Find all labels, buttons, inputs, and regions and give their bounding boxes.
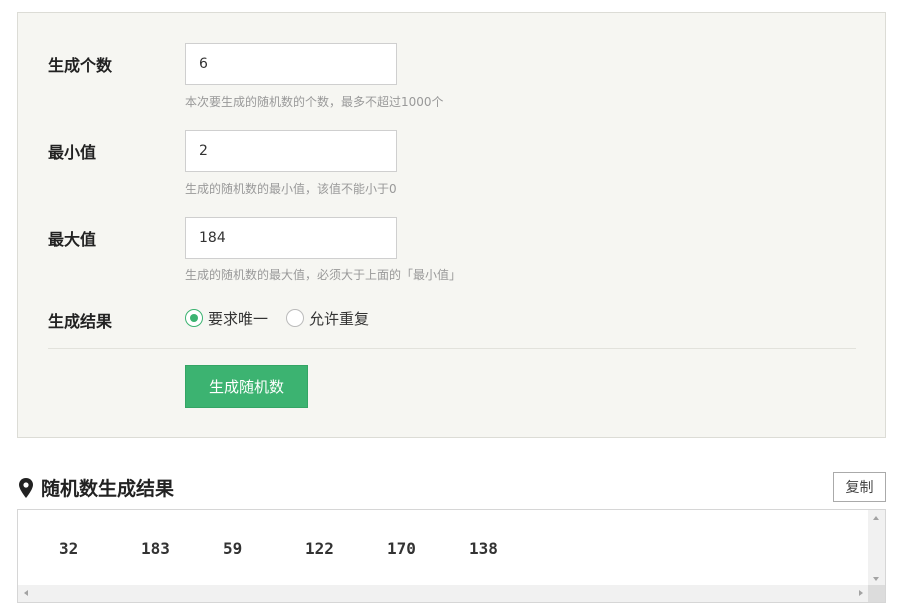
- min-input[interactable]: [185, 130, 397, 172]
- scroll-down-icon[interactable]: [873, 577, 879, 581]
- radio-unchecked-icon[interactable]: [286, 309, 305, 327]
- result-title: 随机数生成结果: [41, 478, 175, 500]
- result-number: 122: [305, 539, 334, 558]
- count-hint: 本次要生成的随机数的个数，最多不超过1000个: [185, 95, 444, 109]
- radio-unique-label: 要求唯一: [208, 309, 269, 328]
- result-mode-radio-group: 要求唯一 允许重复: [185, 307, 387, 329]
- form-divider: [48, 348, 856, 349]
- radio-allow-duplicates[interactable]: 允许重复: [286, 308, 369, 329]
- max-input[interactable]: [185, 217, 397, 259]
- radio-checked-icon[interactable]: [185, 309, 203, 327]
- scrollbar-corner: [868, 585, 885, 602]
- min-hint: 生成的随机数的最小值，该值不能小于0: [185, 182, 397, 196]
- vertical-scrollbar[interactable]: [868, 510, 885, 587]
- result-number: 183: [141, 539, 170, 558]
- result-number: 32: [59, 539, 79, 558]
- scroll-up-icon[interactable]: [873, 516, 879, 520]
- result-number: 138: [469, 539, 498, 558]
- generate-button[interactable]: 生成随机数: [185, 365, 308, 408]
- copy-button[interactable]: 复制: [833, 472, 886, 502]
- result-numbers: 32 183 59 122 170 138: [59, 539, 551, 558]
- max-label: 最大值: [48, 230, 97, 249]
- result-output-box[interactable]: 32 183 59 122 170 138: [17, 509, 886, 603]
- result-mode-label: 生成结果: [48, 312, 113, 331]
- result-number: 170: [387, 539, 416, 558]
- count-input[interactable]: [185, 43, 397, 85]
- scroll-right-icon[interactable]: [859, 590, 863, 596]
- result-number: 59: [223, 539, 243, 558]
- min-label: 最小值: [48, 143, 97, 162]
- radio-allow-duplicates-label: 允许重复: [309, 309, 370, 328]
- max-hint: 生成的随机数的最大值，必须大于上面的「最小值」: [185, 268, 462, 282]
- horizontal-scrollbar[interactable]: [18, 585, 869, 602]
- scroll-left-icon[interactable]: [24, 590, 28, 596]
- generator-form-panel: 生成个数 本次要生成的随机数的个数，最多不超过1000个 最小值 生成的随机数的…: [17, 12, 886, 438]
- result-header: 随机数生成结果: [18, 474, 174, 501]
- map-pin-icon: [19, 477, 33, 498]
- radio-unique[interactable]: 要求唯一: [185, 308, 268, 329]
- count-label: 生成个数: [48, 56, 113, 75]
